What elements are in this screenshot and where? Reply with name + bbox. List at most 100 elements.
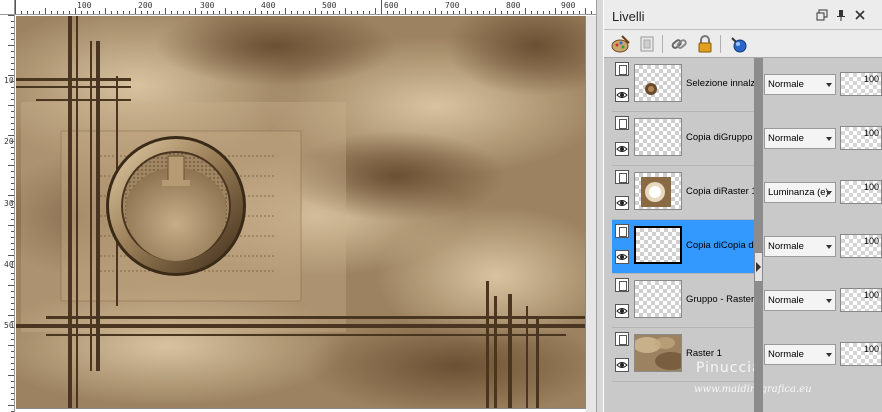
layer-thumbnail — [634, 64, 682, 102]
opacity-field[interactable]: 100 — [840, 72, 882, 96]
ruler-tick — [585, 8, 586, 14]
ruler-tick — [129, 11, 130, 14]
ruler-tick — [207, 11, 208, 14]
layer-type-icon[interactable] — [615, 170, 629, 184]
layer-list-scrolltrack[interactable] — [754, 58, 763, 412]
blend-mode-select[interactable]: Normale — [764, 236, 836, 257]
ruler-tick — [8, 135, 14, 136]
ruler-tick — [495, 8, 496, 14]
opacity-field[interactable]: 100 — [840, 288, 882, 312]
ruler-tick — [417, 11, 418, 14]
ruler-tick — [11, 267, 14, 268]
blend-mode-select[interactable]: Normale — [764, 290, 836, 311]
layer-type-icon[interactable] — [615, 116, 629, 130]
link-icon[interactable] — [668, 33, 690, 55]
canvas-area[interactable]: 100 200 300 400 500 600 700 800 900 100 … — [0, 0, 596, 412]
layer-name: Selezione innalzata — [686, 78, 754, 89]
eye-icon[interactable] — [615, 250, 629, 264]
layer-list[interactable]: Selezione innalzata Normale 100 Copia di… — [604, 58, 882, 412]
image-canvas[interactable] — [16, 16, 586, 409]
ruler-tick — [159, 11, 160, 14]
ruler-tick — [465, 8, 466, 14]
toolbar-separator — [662, 35, 663, 53]
ruler-tick — [11, 111, 14, 112]
close-icon[interactable] — [854, 9, 866, 21]
layer-main[interactable]: Copia diCopia diGruppo — [612, 220, 754, 274]
layer-row[interactable]: Gruppo - Raster 2 Normale 100 — [612, 274, 882, 328]
ruler-tick — [8, 345, 14, 346]
ruler-tick — [183, 11, 184, 14]
pin-icon[interactable] — [835, 9, 847, 21]
eye-icon[interactable] — [615, 358, 629, 372]
blend-mode-select[interactable]: Luminanza (e) — [764, 182, 836, 203]
panel-splitter[interactable] — [596, 0, 604, 412]
ruler-tick — [11, 351, 14, 352]
canvas-scroll-strip[interactable] — [586, 16, 596, 412]
blue-sphere-icon[interactable] — [728, 33, 750, 55]
ruler-top-label: 200 — [138, 1, 153, 10]
layer-toggles — [613, 116, 633, 160]
layer-type-icon[interactable] — [615, 224, 629, 238]
eye-icon[interactable] — [615, 304, 629, 318]
ruler-tick — [11, 171, 14, 172]
layer-list-scroll-grip[interactable] — [754, 252, 763, 282]
restore-icon[interactable] — [816, 9, 828, 21]
ruler-tick — [11, 141, 14, 142]
layer-toggles — [613, 224, 633, 268]
layer-type-icon[interactable] — [615, 278, 629, 292]
eye-icon[interactable] — [615, 88, 629, 102]
opacity-field[interactable]: 100 — [840, 342, 882, 366]
layer-main[interactable]: Selezione innalzata — [612, 58, 754, 112]
blend-mode-select[interactable]: Normale — [764, 74, 836, 95]
ruler-tick — [567, 11, 568, 14]
blend-mode-select[interactable]: Normale — [764, 344, 836, 365]
ruler-tick — [105, 8, 106, 14]
opacity-field[interactable]: 100 — [840, 180, 882, 204]
ruler-tick — [141, 11, 142, 14]
ruler-tick — [273, 11, 274, 14]
ruler-tick — [327, 11, 328, 14]
ruler-tick — [477, 11, 478, 14]
ruler-tick — [309, 11, 310, 14]
ruler-tick — [357, 11, 358, 14]
chevron-down-icon — [826, 137, 832, 141]
layer-row[interactable]: Copia diRaster 1 Luminanza (e) 100 — [612, 166, 882, 220]
layer-type-icon[interactable] — [615, 62, 629, 76]
ruler-left-label: 200 — [4, 137, 14, 146]
layer-type-icon[interactable] — [615, 332, 629, 346]
layer-name: Copia diCopia diGruppo — [686, 240, 754, 251]
layer-name: Copia diRaster 1 — [686, 186, 754, 197]
watermark-name: Pinuccia — [696, 360, 762, 376]
ruler-left-label: 400 — [4, 260, 14, 269]
eye-icon[interactable] — [615, 142, 629, 156]
eye-icon[interactable] — [615, 196, 629, 210]
ruler-tick — [11, 393, 14, 394]
ruler-tick — [345, 8, 346, 14]
lock-icon[interactable] — [694, 33, 716, 55]
ruler-tick — [213, 11, 214, 14]
layer-row[interactable]: Selezione innalzata Normale 100 — [612, 58, 882, 112]
brush-palette-icon[interactable] — [610, 33, 632, 55]
mask-icon[interactable] — [636, 33, 658, 55]
panel-title: Livelli — [612, 9, 645, 24]
opacity-field[interactable]: 100 — [840, 126, 882, 150]
blend-mode-select[interactable]: Normale — [764, 128, 836, 149]
layer-row-selected[interactable]: Copia diCopia diGruppo Normale 100 — [612, 220, 882, 274]
ruler-tick — [255, 8, 256, 14]
ruler-tick — [249, 11, 250, 14]
layer-main[interactable]: Gruppo - Raster 2 — [612, 274, 754, 328]
layer-row[interactable]: Copia diGruppo - Raster 2 Normale 100 — [612, 112, 882, 166]
blend-mode-value: Normale — [768, 133, 804, 144]
ruler-tick — [11, 177, 14, 178]
ruler-tick — [11, 231, 14, 232]
opacity-field[interactable]: 100 — [840, 234, 882, 258]
layer-main[interactable]: Copia diGruppo - Raster 2 — [612, 112, 754, 166]
toolbar-separator — [720, 35, 721, 53]
layer-name: Copia diGruppo - Raster 2 — [686, 132, 754, 143]
ruler-top-label: 100 — [77, 1, 92, 10]
layer-thumbnail — [634, 118, 682, 156]
ruler-tick — [11, 63, 14, 64]
layer-main[interactable]: Copia diRaster 1 — [612, 166, 754, 220]
ruler-tick — [8, 165, 14, 166]
ruler-tick — [11, 249, 14, 250]
